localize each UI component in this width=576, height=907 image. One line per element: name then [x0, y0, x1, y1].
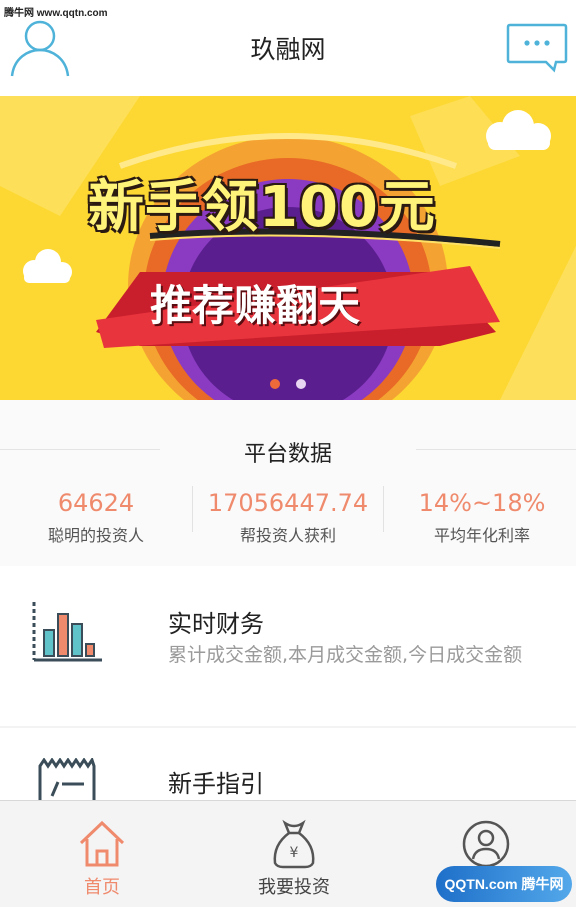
card-title: 新手指引: [168, 770, 264, 798]
card-beginner-guide[interactable]: 新手指引: [0, 728, 576, 808]
money-bag-icon: ¥: [273, 819, 315, 869]
stat-profit: 17056447.74 帮投资人获利: [196, 486, 380, 546]
card-description: 累计成交金额,本月成交金额,今日成交金额: [168, 644, 523, 666]
stat-rate: 14%~18% 平均年化利率: [392, 486, 572, 546]
promo-banner[interactable]: 新手领100元 推荐赚翻天: [0, 96, 576, 400]
banner-headline: 新手领100元: [88, 175, 436, 240]
stat-label: 平均年化利率: [433, 526, 530, 545]
home-icon: [79, 820, 125, 867]
stat-value: 17056447.74: [207, 489, 369, 517]
stat-investors: 64624 聪明的投资人: [12, 486, 180, 546]
stat-label: 帮投资人获利: [239, 526, 336, 545]
tab-label: 首页: [84, 877, 120, 898]
stat-value: 64624: [57, 489, 135, 517]
app-title: 玖融网: [250, 35, 326, 64]
bar-chart-icon: [32, 602, 102, 662]
user-circle-icon: [462, 820, 510, 868]
message-icon[interactable]: [506, 22, 568, 74]
stat-value: 14%~18%: [418, 489, 546, 517]
stat-label: 聪明的投资人: [47, 526, 144, 545]
watermark-text: QQTN.com 腾牛网: [444, 876, 564, 892]
tab-invest[interactable]: ¥ 我要投资: [198, 801, 390, 907]
tab-home[interactable]: 首页: [6, 801, 198, 907]
stat-divider: [383, 486, 384, 532]
watermark-top: 腾牛网 www.qqtn.com: [4, 8, 108, 19]
tab-label: 我要投资: [258, 877, 330, 898]
svg-text:¥: ¥: [290, 845, 299, 861]
card-realtime-finance[interactable]: 实时财务 累计成交金额,本月成交金额,今日成交金额: [0, 566, 576, 726]
banner-subline: 推荐赚翻天: [150, 281, 361, 330]
card-title: 实时财务: [168, 610, 264, 638]
stat-divider: [192, 486, 193, 532]
stats-title: 平台数据: [243, 442, 332, 467]
watermark-bottom: QQTN.com 腾牛网: [436, 866, 572, 902]
